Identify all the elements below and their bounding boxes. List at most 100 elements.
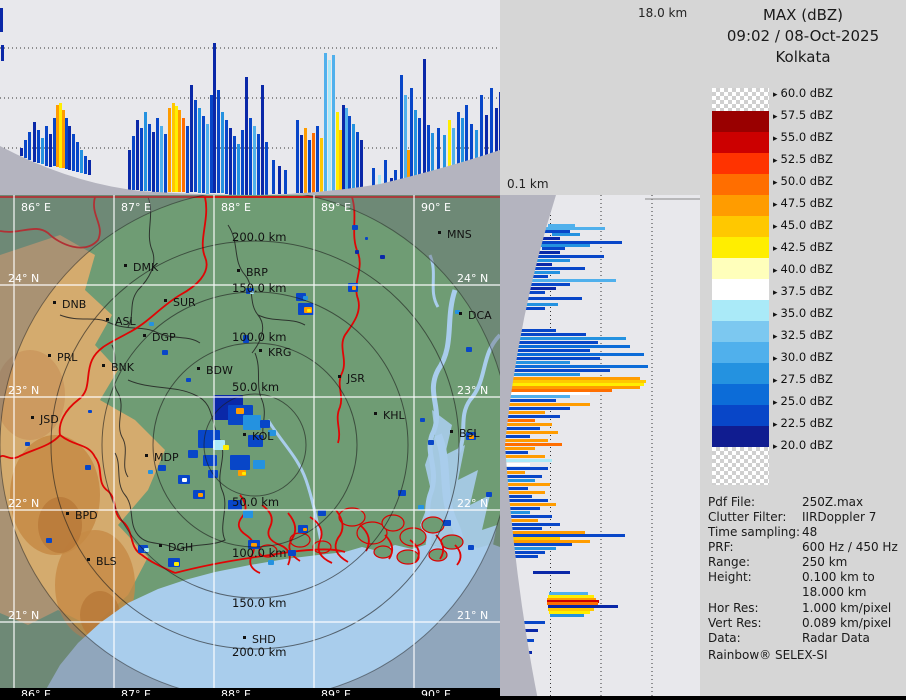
echo-bar	[530, 267, 585, 270]
info-value: IIRDoppler 7	[802, 510, 877, 524]
echo-bar	[41, 138, 44, 164]
legend-label-text: 32.5 dBZ	[780, 328, 833, 342]
info-value: 1.000 km/pixel	[802, 601, 892, 615]
station-label-prl: PRL	[57, 351, 78, 364]
echo-bar	[502, 459, 552, 462]
echo-bar	[76, 142, 79, 172]
echo-bar	[510, 543, 572, 546]
echo-bar	[532, 275, 548, 278]
info-value: 0.089 km/pixel	[802, 616, 892, 630]
legend-band	[712, 321, 769, 342]
echo-cell	[253, 460, 265, 469]
lat-label-left: 23° N	[8, 384, 39, 397]
echo-bar	[502, 431, 558, 434]
echo-bar	[206, 124, 209, 194]
echo-bar	[28, 132, 31, 160]
legend-band	[712, 279, 769, 300]
echo-bar	[538, 244, 590, 247]
station-dot	[243, 636, 246, 639]
echo-bar	[168, 108, 171, 192]
echo-bar	[542, 237, 560, 240]
legend-label: ▸ 47.5 dBZ	[773, 196, 833, 210]
echo-bar	[140, 128, 143, 191]
echo-bar	[508, 357, 600, 360]
echo-bar	[342, 105, 345, 193]
range-ring-label: 50.0 km	[232, 380, 279, 394]
echo-bar	[328, 60, 331, 193]
top-profile-plot	[0, 0, 502, 196]
height-min-label: 0.1 km	[507, 177, 549, 191]
echo-cell	[420, 418, 425, 422]
legend-band	[712, 405, 769, 426]
legend-tick-arrow-icon: ▸	[773, 332, 778, 342]
legend-tick-arrow-icon: ▸	[773, 178, 778, 188]
echo-bar	[510, 551, 545, 554]
legend-band	[712, 258, 769, 279]
info-label: Time sampling:	[708, 525, 801, 539]
legend-tick-arrow-icon: ▸	[773, 288, 778, 298]
echo-bar	[512, 341, 598, 344]
legend-band	[712, 363, 769, 384]
echo-bar	[504, 377, 640, 380]
legend-label-text: 57.5 dBZ	[780, 108, 833, 122]
echo-bar	[510, 361, 570, 364]
legend-tick-arrow-icon: ▸	[773, 200, 778, 210]
echo-bar	[512, 353, 644, 356]
station-label-bpd: BPD	[75, 509, 98, 522]
echo-bar	[532, 259, 570, 262]
echo-bar	[512, 547, 556, 550]
echo-bar	[522, 297, 582, 300]
legend-label: ▸ 30.0 dBZ	[773, 350, 833, 364]
echo-bar	[1, 45, 4, 61]
echo-bar	[132, 136, 135, 190]
legend-tick-arrow-icon: ▸	[773, 376, 778, 386]
echo-bar	[506, 373, 580, 376]
echo-bar	[24, 140, 27, 158]
station-dot	[124, 264, 127, 267]
echo-bar	[233, 136, 236, 196]
echo-bar	[348, 116, 351, 193]
legend-tick-arrow-icon: ▸	[773, 244, 778, 254]
station-dot	[31, 416, 34, 419]
echo-bar	[508, 369, 610, 372]
echo-bar	[304, 128, 307, 193]
station-dot	[374, 412, 377, 415]
echo-bar	[88, 160, 91, 175]
echo-bar	[526, 279, 616, 282]
echo-cell	[149, 322, 154, 326]
echo-bar	[549, 611, 590, 614]
echo-bar	[404, 95, 407, 187]
echo-bar	[410, 88, 413, 187]
echo-bar	[502, 395, 570, 398]
legend-label: ▸ 22.5 dBZ	[773, 416, 833, 430]
range-ring-label: 200.0 km	[232, 645, 286, 659]
echo-cell	[418, 505, 424, 510]
echo-bar	[500, 455, 545, 458]
legend-label-text: 42.5 dBZ	[780, 240, 833, 254]
lat-label-left: 21° N	[8, 609, 39, 622]
echo-bar	[72, 134, 75, 171]
lon-label-top: 86° E	[21, 201, 51, 214]
echo-bar	[352, 124, 355, 193]
echo-cell	[223, 445, 229, 450]
info-label: Height:	[708, 570, 752, 584]
legend-label: ▸ 55.0 dBZ	[773, 130, 833, 144]
echo-bar	[33, 122, 36, 162]
echo-bar	[217, 90, 220, 193]
info-label: Clutter Filter:	[708, 510, 787, 524]
legend-label-text: 40.0 dBZ	[780, 262, 833, 276]
echo-bar	[62, 110, 65, 168]
legend-label-text: 37.5 dBZ	[780, 284, 833, 298]
lon-label-top: 89° E	[321, 201, 351, 214]
station-label-bnk: BNK	[111, 361, 135, 374]
echo-bar	[186, 126, 189, 193]
station-dot	[66, 512, 69, 515]
legend-band	[712, 426, 769, 447]
echo-bar	[128, 150, 131, 190]
echo-bar	[202, 116, 205, 193]
station-dot	[106, 318, 109, 321]
echo-bar	[550, 614, 584, 617]
echo-bar	[500, 386, 640, 389]
legend-tick-arrow-icon: ▸	[773, 354, 778, 364]
range-ring-label: 150.0 km	[232, 596, 286, 610]
